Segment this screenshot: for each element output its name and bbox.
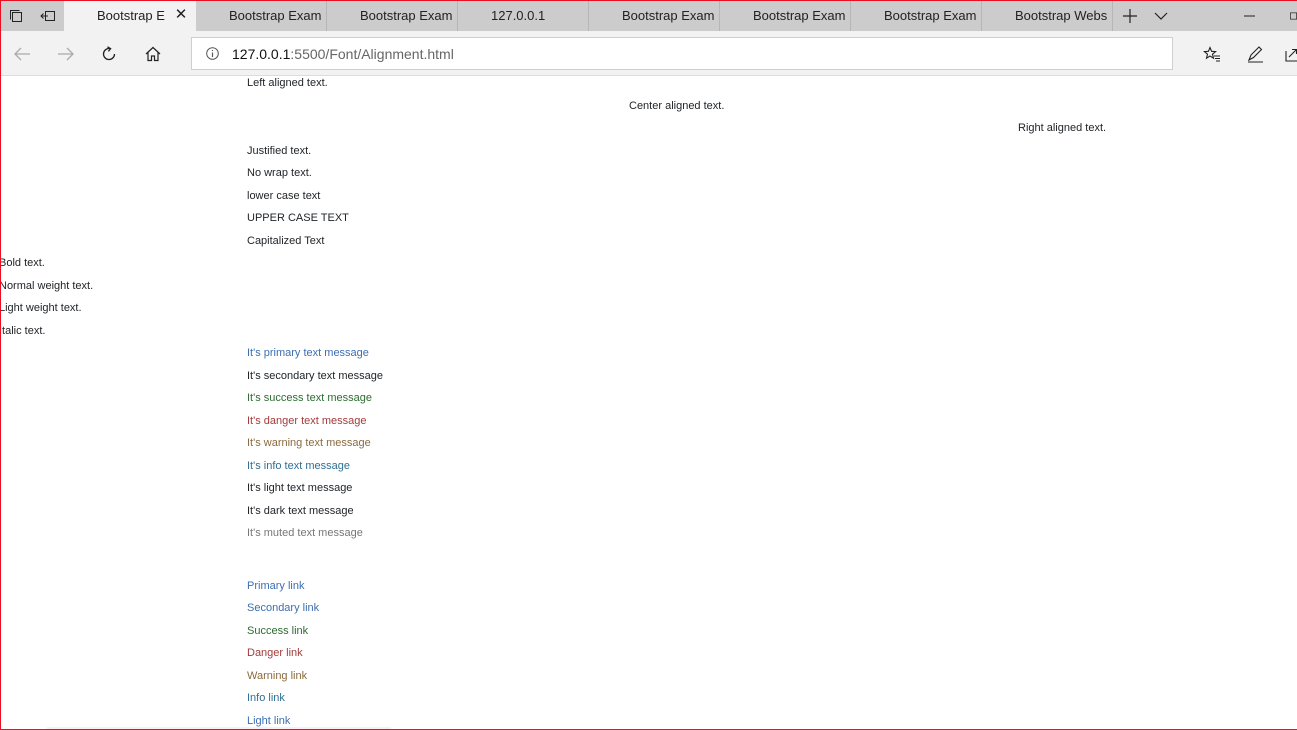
text-right-aligned: Right aligned text.: [1018, 122, 1107, 134]
link-danger[interactable]: Danger link: [247, 647, 303, 660]
text-normal-weight: Normal weight text.: [0, 280, 94, 292]
text-light: It's light text message: [247, 482, 353, 494]
text-justified: Justified text.: [247, 145, 312, 157]
text-light-weight: Light weight text.: [0, 302, 82, 314]
text-lowercase: lower case text: [247, 190, 321, 202]
tab-1[interactable]: Bootstrap Exam: [196, 0, 327, 31]
share-icon[interactable]: [1276, 31, 1297, 76]
text-uppercase: UPPER CASE TEXT: [247, 212, 349, 224]
plus-icon[interactable]: [1114, 0, 1146, 31]
text-warning: It's warning text message: [247, 437, 371, 449]
chevron-down-icon[interactable]: [1146, 0, 1176, 31]
tab-2[interactable]: Bootstrap Exam: [327, 0, 458, 31]
text-danger: It's danger text message: [247, 415, 367, 427]
tab-label: Bootstrap Exam: [884, 8, 977, 23]
tab-0[interactable]: Bootstrap E ✕: [64, 0, 196, 31]
tab-label: Bootstrap Exam: [229, 8, 322, 23]
link-info[interactable]: Info link: [247, 692, 285, 705]
refresh-icon[interactable]: [87, 31, 131, 76]
text-nowrap: No wrap text.: [247, 167, 312, 179]
link-secondary[interactable]: Secondary link: [247, 602, 319, 615]
text-success: It's success text message: [247, 392, 372, 404]
tab-bar: Bootstrap E ✕ Bootstrap Exam Bootstrap E…: [0, 0, 1297, 31]
favorites-icon[interactable]: [1192, 31, 1232, 76]
close-icon[interactable]: ✕: [174, 7, 188, 22]
url-host: 127.0.0.1: [232, 45, 291, 62]
text-bold: Bold text.: [0, 257, 45, 269]
text-left-aligned: Left aligned text.: [247, 77, 328, 89]
tab-manager-icon[interactable]: [0, 0, 32, 31]
text-italic: Italic text.: [0, 325, 46, 337]
text-info: It's info text message: [247, 460, 350, 472]
text-secondary: It's secondary text message: [247, 370, 383, 382]
link-warning[interactable]: Warning link: [247, 670, 307, 683]
tab-5[interactable]: Bootstrap Exam: [720, 0, 851, 31]
link-success[interactable]: Success link: [247, 625, 308, 638]
tab-label: Bootstrap Exam: [622, 8, 715, 23]
tab-label: Bootstrap Exam: [753, 8, 846, 23]
set-aside-tabs-icon[interactable]: [32, 0, 64, 31]
restore-icon[interactable]: [1272, 0, 1297, 31]
text-dark: It's dark text message: [247, 505, 354, 517]
page-content: Left aligned text. Center aligned text. …: [0, 77, 1297, 730]
navigation-bar: 127.0.0.1:5500/Font/Alignment.html: [0, 31, 1297, 76]
home-icon[interactable]: [131, 31, 175, 76]
minimize-icon[interactable]: [1226, 0, 1272, 31]
tab-label: Bootstrap Exam: [360, 8, 453, 23]
tab-6[interactable]: Bootstrap Exam: [851, 0, 982, 31]
url-path: :5500/Font/Alignment.html: [290, 45, 454, 62]
text-capitalized: Capitalized Text: [247, 235, 325, 247]
pen-icon[interactable]: [1235, 31, 1275, 76]
tab-3[interactable]: 127.0.0.1: [458, 0, 589, 31]
link-primary[interactable]: Primary link: [247, 580, 304, 593]
address-bar[interactable]: 127.0.0.1:5500/Font/Alignment.html: [191, 37, 1173, 70]
text-primary: It's primary text message: [247, 347, 369, 359]
text-center-aligned: Center aligned text.: [629, 100, 725, 112]
back-arrow-icon[interactable]: [0, 31, 44, 76]
info-icon[interactable]: [192, 47, 232, 60]
tab-7[interactable]: Bootstrap Webs: [982, 0, 1113, 31]
text-muted: It's muted text message: [247, 527, 363, 539]
forward-arrow-icon[interactable]: [44, 31, 88, 76]
tab-4[interactable]: Bootstrap Exam: [589, 0, 720, 31]
tab-label: 127.0.0.1: [491, 8, 546, 23]
tab-label: Bootstrap Webs: [1015, 8, 1108, 23]
tab-label: Bootstrap E: [97, 8, 165, 23]
